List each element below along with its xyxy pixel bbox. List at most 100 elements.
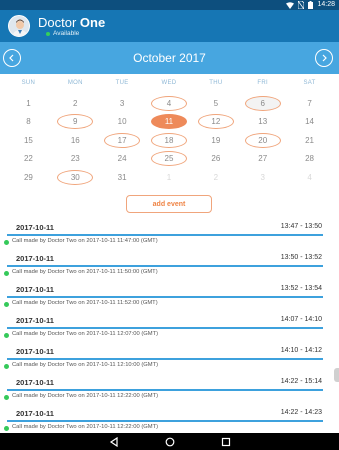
calendar-day[interactable]: 15 bbox=[5, 131, 52, 150]
calendar-day[interactable]: 24 bbox=[99, 150, 146, 169]
day-number: 1 bbox=[166, 172, 172, 182]
no-sim-icon bbox=[298, 1, 305, 9]
event-time-range: 14:22 - 14:23 bbox=[280, 409, 322, 416]
calendar-header: October 2017 bbox=[0, 42, 339, 74]
calendar-day[interactable]: 31 bbox=[99, 168, 146, 187]
call-status-dot-icon bbox=[4, 363, 9, 369]
weekday-label: THU bbox=[209, 80, 223, 86]
day-number: 7 bbox=[307, 98, 312, 108]
calendar-day[interactable]: 16 bbox=[52, 131, 99, 150]
day-number: 26 bbox=[211, 154, 221, 164]
calendar-day[interactable]: 19 bbox=[192, 131, 239, 150]
weekday-label: SUN bbox=[21, 80, 36, 86]
online-dot-icon bbox=[46, 31, 50, 36]
calendar-day[interactable]: 23 bbox=[52, 150, 99, 169]
next-month-button[interactable] bbox=[315, 49, 333, 67]
event-divider bbox=[7, 358, 323, 360]
calendar-day[interactable]: 9 bbox=[52, 113, 99, 132]
event-date: 2017-10-11 bbox=[16, 223, 54, 232]
day-number: 27 bbox=[258, 154, 268, 164]
event-row[interactable]: 2017-10-11 13:52 - 13:54 Call made by Doct… bbox=[0, 283, 339, 314]
status-icons: 14:28 bbox=[286, 0, 335, 10]
calendar-day[interactable]: 3 bbox=[99, 94, 146, 113]
call-status-dot-icon bbox=[4, 301, 9, 307]
calendar-day[interactable]: 25 bbox=[146, 150, 193, 169]
calendar-day[interactable]: 29 bbox=[5, 168, 52, 187]
calendar-day[interactable]: 26 bbox=[192, 150, 239, 169]
avatar[interactable] bbox=[8, 15, 30, 37]
day-number: 31 bbox=[117, 172, 127, 182]
calendar-day[interactable]: 3 bbox=[239, 168, 286, 187]
day-number: 6 bbox=[260, 98, 265, 108]
calendar-day[interactable]: 28 bbox=[286, 150, 333, 169]
scroll-handle[interactable] bbox=[334, 368, 339, 382]
event-row[interactable]: 2017-10-11 14:10 - 14:12 Call made by Doct… bbox=[0, 345, 339, 376]
day-number: 16 bbox=[70, 135, 80, 145]
calendar-day[interactable]: 1 bbox=[5, 94, 52, 113]
day-number: 2 bbox=[213, 172, 219, 182]
calendar-day[interactable]: 2 bbox=[192, 168, 239, 187]
calendar-day[interactable]: 10 bbox=[99, 113, 146, 132]
calendar-day[interactable]: 4 bbox=[146, 94, 193, 113]
availability-status: Available bbox=[46, 30, 79, 37]
status-bar: 14:28 bbox=[0, 0, 339, 10]
home-button[interactable] bbox=[163, 435, 176, 448]
calendar-day[interactable]: 14 bbox=[286, 113, 333, 132]
event-divider bbox=[7, 389, 323, 391]
calendar-day[interactable]: 22 bbox=[5, 150, 52, 169]
event-row[interactable]: 2017-10-11 13:50 - 13:52 Call made by Doct… bbox=[0, 252, 339, 283]
calendar-day[interactable]: 5 bbox=[192, 94, 239, 113]
calendar-day[interactable]: 17 bbox=[99, 131, 146, 150]
day-number: 10 bbox=[117, 117, 127, 127]
day-number: 24 bbox=[117, 154, 127, 164]
event-date: 2017-10-11 bbox=[16, 285, 54, 294]
event-time-range: 13:52 - 13:54 bbox=[280, 285, 322, 292]
calendar-day[interactable]: 8 bbox=[5, 113, 52, 132]
day-number: 4 bbox=[307, 172, 312, 182]
event-description: Call made by Doctor Two on 2017-10-11 11… bbox=[12, 269, 158, 275]
doctor-avatar-icon bbox=[9, 16, 29, 36]
call-status-dot-icon bbox=[4, 270, 9, 276]
calendar-day[interactable]: 27 bbox=[239, 150, 286, 169]
day-number: 11 bbox=[164, 117, 174, 127]
clock-time: 14:28 bbox=[317, 1, 335, 8]
event-row[interactable]: 2017-10-11 14:22 - 14:23 Call made by Doct… bbox=[0, 407, 339, 433]
add-event-button[interactable]: add event bbox=[126, 195, 212, 213]
event-row[interactable]: 2017-10-11 13:47 - 13:50 Call made by Doct… bbox=[0, 221, 339, 252]
calendar-day[interactable]: 7 bbox=[286, 94, 333, 113]
calendar-day[interactable]: 1 bbox=[146, 168, 193, 187]
event-time-range: 14:10 - 14:12 bbox=[280, 347, 322, 354]
calendar-day[interactable]: 21 bbox=[286, 131, 333, 150]
event-row[interactable]: 2017-10-11 14:22 - 15:14 Call made by Doct… bbox=[0, 376, 339, 407]
event-time-range: 14:22 - 15:14 bbox=[280, 378, 322, 385]
calendar-day[interactable]: 12 bbox=[192, 113, 239, 132]
month-title: October 2017 bbox=[133, 51, 206, 65]
call-status-dot-icon bbox=[4, 239, 9, 245]
day-number: 4 bbox=[166, 98, 172, 108]
calendar-day[interactable]: 30 bbox=[52, 168, 99, 187]
day-number: 23 bbox=[70, 154, 80, 164]
calendar-day[interactable]: 18 bbox=[146, 131, 193, 150]
calendar-day[interactable]: 6 bbox=[239, 94, 286, 113]
chevron-right-icon bbox=[322, 54, 327, 62]
event-list[interactable]: 2017-10-11 13:47 - 13:50 Call made by Doct… bbox=[0, 221, 339, 433]
event-date: 2017-10-11 bbox=[16, 254, 54, 263]
event-row[interactable]: 2017-10-11 14:07 - 14:10 Call made by Doct… bbox=[0, 314, 339, 345]
recent-apps-button[interactable] bbox=[219, 435, 232, 448]
back-button[interactable] bbox=[107, 435, 120, 448]
calendar-day-selected[interactable]: 11 bbox=[146, 113, 193, 132]
day-number: 9 bbox=[73, 117, 78, 127]
weekday-label: WED bbox=[161, 80, 177, 86]
day-number: 28 bbox=[305, 154, 315, 164]
calendar-day[interactable]: 20 bbox=[239, 131, 286, 150]
user-name: Doctor One bbox=[38, 15, 105, 30]
day-number: 3 bbox=[119, 98, 125, 108]
calendar-day[interactable]: 13 bbox=[239, 113, 286, 132]
calendar-day[interactable]: 4 bbox=[286, 168, 333, 187]
calendar-day[interactable]: 2 bbox=[52, 94, 99, 113]
battery-icon bbox=[308, 1, 314, 9]
user-last-name: One bbox=[79, 15, 106, 30]
day-number: 15 bbox=[23, 135, 33, 145]
event-description: Call made by Doctor Two on 2017-10-11 11… bbox=[12, 238, 158, 244]
back-triangle-icon bbox=[109, 436, 118, 447]
